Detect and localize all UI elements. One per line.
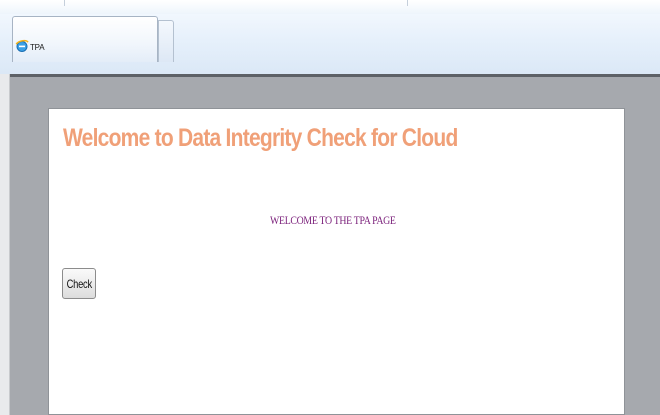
content-panel (48, 108, 625, 415)
check-button-label: Check (66, 276, 93, 291)
check-button[interactable]: Check (62, 268, 96, 299)
window-left-edge (0, 74, 10, 415)
browser-tab-tpa[interactable]: TPA (12, 16, 158, 62)
page-heading: Welcome to Data Integrity Check for Clou… (63, 124, 458, 152)
browser-top-strip (0, 0, 660, 14)
toolbar-separator (64, 0, 65, 6)
ie-browser-icon (15, 39, 29, 53)
welcome-message: WELCOME TO THE TPA PAGE (0, 213, 660, 228)
tab-title: TPA (30, 43, 45, 52)
toolbar-separator (407, 0, 408, 6)
welcome-message-text: WELCOME TO THE TPA PAGE (270, 213, 397, 227)
browser-toolbar: TPA (0, 0, 660, 75)
new-tab-button[interactable] (158, 20, 174, 62)
